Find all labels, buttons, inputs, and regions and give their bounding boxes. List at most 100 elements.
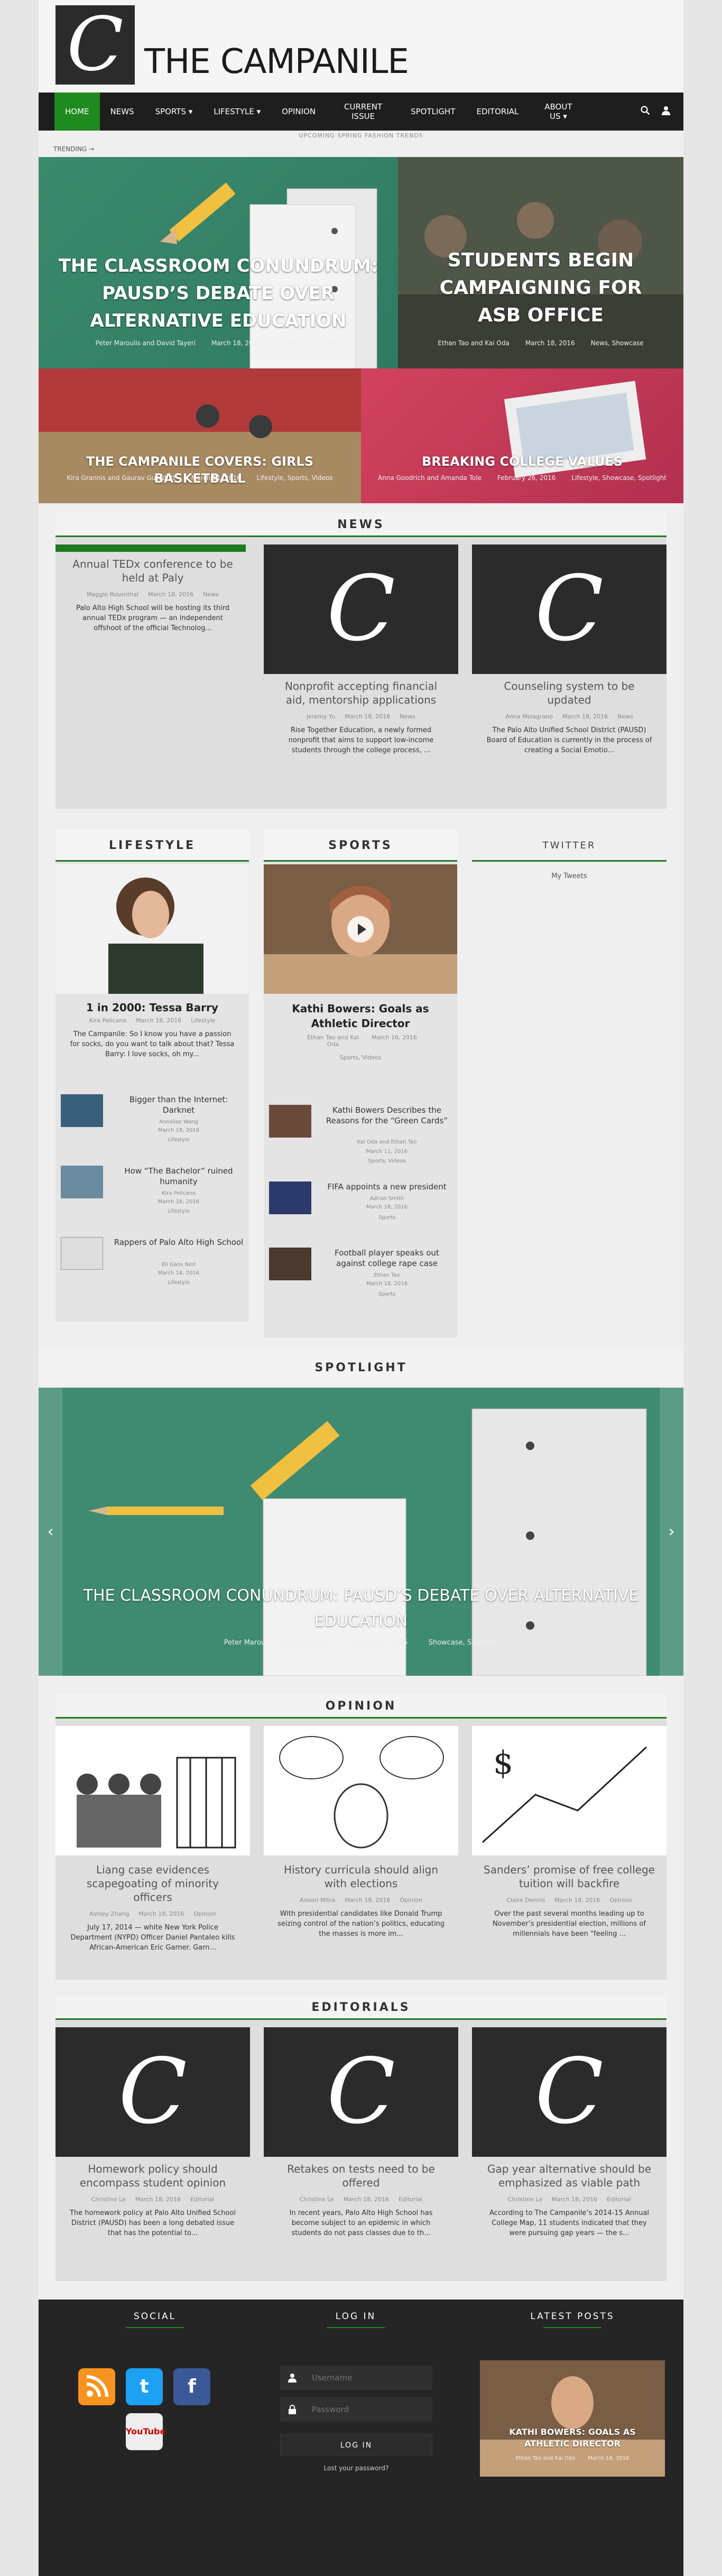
opinion-card-2-cartoon[interactable]: [264, 1726, 458, 1855]
hero-basketball-headline[interactable]: The Campanile Covers: Girls Basketball: [39, 453, 361, 487]
hero-asb-tags[interactable]: News, Showcase: [591, 339, 644, 347]
lifestyle-item-3-thumb[interactable]: [61, 1237, 103, 1270]
spotlight-tags[interactable]: Showcase, Spotlight: [429, 1639, 498, 1647]
lifestyle-item-2-thumb[interactable]: [61, 1166, 103, 1198]
spotlight-title[interactable]: SPOTLIGHT: [39, 1351, 683, 1385]
trending-bar[interactable]: TRENDING →: [39, 141, 683, 157]
hero-tile-college[interactable]: Breaking College Values Anna Goodrich an…: [361, 368, 683, 503]
hero-main-headline[interactable]: The Classroom Conundrum: PAUSD’s Debate …: [39, 252, 398, 335]
opinion-card-1[interactable]: Liang case evidences scapegoating of min…: [55, 1726, 250, 1955]
sports-item-2-category[interactable]: Sports: [322, 1214, 452, 1222]
editorial-card-1[interactable]: C Homework policy should encompass stude…: [55, 2027, 250, 2240]
nav-about-us[interactable]: About Us ▾: [529, 93, 587, 131]
nav-editorial[interactable]: Editorial: [466, 93, 529, 131]
news-card-3-title[interactable]: Counseling system to be updated: [472, 674, 667, 710]
lifestyle-item-2-title[interactable]: How “The Bachelor” ruined humanity: [114, 1166, 244, 1187]
latest-post-author[interactable]: Ethan Tao and Kai Oda: [515, 2455, 575, 2461]
password-input[interactable]: [312, 2403, 423, 2416]
nav-current-issue[interactable]: Current Issue: [326, 93, 400, 131]
play-button-icon[interactable]: [347, 916, 374, 943]
news-card-3-thumbnail[interactable]: C: [472, 544, 667, 674]
hero-asb-author[interactable]: Ethan Tao and Kai Oda: [438, 339, 510, 347]
sports-title[interactable]: SPORTS: [264, 830, 457, 862]
my-tweets-link[interactable]: My Tweets: [472, 862, 667, 880]
opinion-card-3-cartoon[interactable]: $: [472, 1726, 667, 1855]
lifestyle-item-2[interactable]: How “The Bachelor” ruined humanity Kira …: [61, 1166, 244, 1224]
news-card-3-category[interactable]: News: [617, 713, 633, 720]
opinion-card-1-title[interactable]: Liang case evidences scapegoating of min…: [55, 1858, 250, 1907]
editorial-card-1-author[interactable]: Christine Le: [91, 2196, 126, 2203]
lifestyle-item-1-author[interactable]: Annalise Wang: [114, 1119, 244, 1126]
news-card-2-category[interactable]: News: [400, 713, 415, 720]
news-card-3-author[interactable]: Anna Melagrano: [505, 713, 553, 720]
opinion-card-2-category[interactable]: Opinion: [400, 1897, 422, 1904]
opinion-title[interactable]: OPINION: [55, 1694, 667, 1719]
editorials-title[interactable]: EDITORIALS: [55, 1996, 667, 2020]
opinion-card-2[interactable]: History curricula should align with elec…: [264, 1726, 458, 1941]
twitter-icon[interactable]: t: [126, 2368, 163, 2405]
username-field[interactable]: [280, 2366, 432, 2390]
sports-item-3-category[interactable]: Sports: [322, 1291, 452, 1298]
twitter-title[interactable]: TWITTER: [472, 830, 667, 862]
sports-item-3-author[interactable]: Ethan Tao: [322, 1272, 452, 1279]
spotlight-slider[interactable]: ‹ › The Classroom Conundrum: PAUSD’s Deb…: [39, 1388, 683, 1676]
lifestyle-title[interactable]: LIFESTYLE: [55, 830, 249, 862]
hero-college-headline[interactable]: Breaking College Values: [361, 453, 683, 470]
site-title[interactable]: THE CAMPANILE: [144, 42, 409, 81]
hero-main-tags[interactable]: Showcase, Spotlight: [277, 339, 341, 347]
youtube-icon[interactable]: YouTube: [126, 2413, 165, 2450]
hero-college-author[interactable]: Anna Goodrich and Amanda Tole: [378, 474, 482, 482]
editorial-card-2-category[interactable]: Editorial: [399, 2196, 422, 2203]
sports-item-1-category[interactable]: Sports, Videos: [322, 1158, 452, 1165]
editorial-card-3-author[interactable]: Christine Le: [508, 2196, 542, 2203]
lifestyle-main-title[interactable]: 1 in 2000: Tessa Barry: [55, 994, 249, 1014]
lifestyle-item-1[interactable]: Bigger than the Internet: Darknet Annali…: [61, 1094, 244, 1152]
nav-lifestyle[interactable]: Lifestyle ▾: [203, 93, 271, 131]
password-field[interactable]: [280, 2397, 432, 2422]
hero-asb-headline[interactable]: Students Begin Campaigning for ASB Offic…: [398, 247, 683, 329]
editorial-card-3-thumbnail[interactable]: C: [472, 2027, 667, 2157]
lifestyle-main-category[interactable]: Lifestyle: [191, 1017, 215, 1024]
news-card-3[interactable]: C Counseling system to be updated Anna M…: [472, 544, 667, 758]
sports-item-1-thumb[interactable]: [269, 1105, 311, 1138]
lifestyle-item-2-author[interactable]: Kira Pelicano: [114, 1190, 244, 1197]
sports-item-1[interactable]: Kathi Bowers Describes the Reasons for t…: [269, 1105, 452, 1174]
opinion-card-2-title[interactable]: History curricula should align with elec…: [264, 1858, 458, 1894]
sports-item-2-thumb[interactable]: [269, 1181, 311, 1214]
facebook-icon[interactable]: f: [173, 2368, 210, 2405]
sports-item-3-thumb[interactable]: [269, 1248, 311, 1280]
sports-main-video[interactable]: [264, 864, 457, 994]
slider-next-arrow[interactable]: ›: [660, 1388, 683, 1676]
site-logo[interactable]: C: [55, 5, 135, 85]
sports-item-3-title[interactable]: Football player speaks out against colle…: [322, 1248, 452, 1269]
opinion-card-1-category[interactable]: Opinion: [193, 1910, 216, 1917]
sports-main-title[interactable]: Kathi Bowers: Goals as Athletic Director: [264, 994, 457, 1031]
spotlight-headline[interactable]: The Classroom Conundrum: PAUSD’s Debate …: [81, 1583, 641, 1634]
editorial-card-1-title[interactable]: Homework policy should encompass student…: [55, 2157, 250, 2193]
news-card-2[interactable]: C Nonprofit accepting financial aid, men…: [264, 544, 458, 758]
sports-main-author[interactable]: Ethan Tao and Kai Oda: [304, 1034, 362, 1048]
username-input[interactable]: [312, 2371, 423, 2385]
nav-opinion[interactable]: Opinion: [271, 93, 326, 131]
sports-item-2[interactable]: FIFA appoints a new president Adrian Smi…: [269, 1181, 452, 1240]
lifestyle-main-photo[interactable]: [55, 864, 249, 994]
lost-password-link[interactable]: Lost your password?: [280, 2464, 432, 2472]
hero-tile-asb[interactable]: Students Begin Campaigning for ASB Offic…: [398, 157, 683, 368]
opinion-card-3[interactable]: $ Sanders’ promise of free college tuiti…: [472, 1726, 667, 1941]
lifestyle-item-3-author[interactable]: Eli Gans Neri: [114, 1261, 244, 1269]
slider-prev-arrow[interactable]: ‹: [39, 1388, 62, 1676]
lifestyle-item-1-thumb[interactable]: [61, 1094, 103, 1127]
rss-icon[interactable]: [78, 2368, 115, 2405]
news-card-1[interactable]: Annual TEDx conference to be held at Pal…: [55, 544, 250, 635]
sports-item-1-author[interactable]: Kai Oda and Ethan Tao: [322, 1139, 452, 1146]
editorial-card-1-category[interactable]: Editorial: [190, 2196, 214, 2203]
sports-item-2-author[interactable]: Adrian Smith: [322, 1195, 452, 1203]
search-icon[interactable]: [641, 105, 650, 118]
editorial-card-3-category[interactable]: Editorial: [607, 2196, 631, 2203]
nav-spotlight[interactable]: Spotlight: [400, 93, 466, 131]
news-title[interactable]: NEWS: [55, 513, 667, 537]
sports-item-1-title[interactable]: Kathi Bowers Describes the Reasons for t…: [322, 1105, 452, 1126]
news-card-2-author[interactable]: Jeremy Yu: [307, 713, 335, 720]
lifestyle-main-author[interactable]: Kira Pelicano: [89, 1017, 127, 1024]
nav-news[interactable]: News: [100, 93, 145, 131]
